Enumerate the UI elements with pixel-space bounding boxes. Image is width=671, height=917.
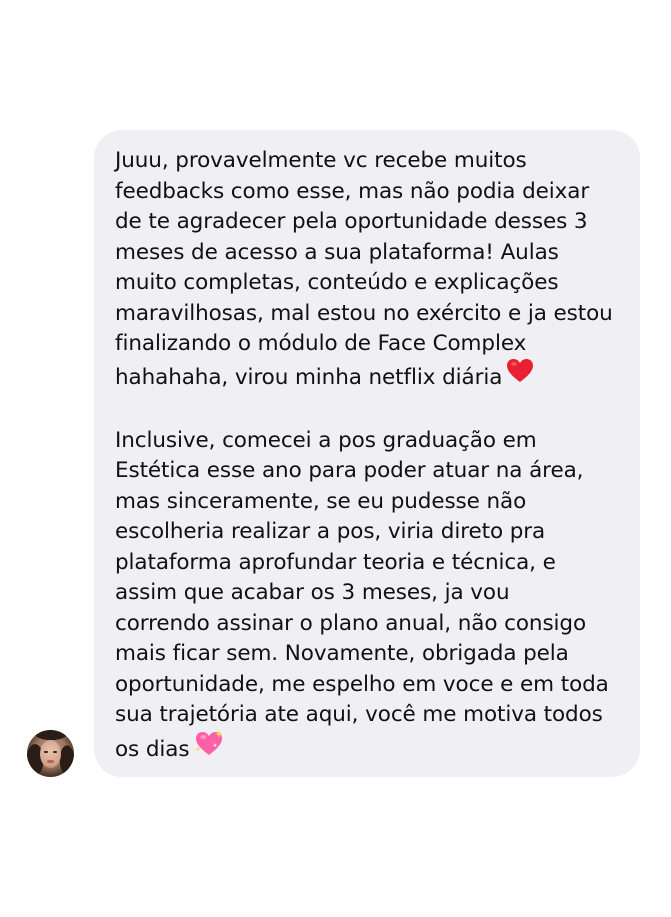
- message-paragraph-1: Juuu, provavelmente vc recebe muitos fee…: [115, 146, 620, 395]
- avatar-lips: [47, 760, 54, 763]
- sparkling-heart-icon: [194, 729, 224, 767]
- message-paragraph-2: Inclusive, comecei a pos graduação em Es…: [115, 426, 620, 769]
- avatar-face: [40, 740, 61, 768]
- message-bubble[interactable]: Juuu, provavelmente vc recebe muitos fee…: [94, 130, 640, 777]
- avatar-eye-left: [44, 751, 48, 753]
- avatar-eye-right: [53, 751, 57, 753]
- message-row: Juuu, provavelmente vc recebe muitos fee…: [0, 0, 671, 917]
- message-paragraph-1-text: Juuu, provavelmente vc recebe muitos fee…: [115, 148, 613, 390]
- red-heart-icon: [506, 358, 534, 394]
- sender-avatar[interactable]: [27, 730, 74, 777]
- message-paragraph-2-text: Inclusive, comecei a pos graduação em Es…: [115, 427, 609, 762]
